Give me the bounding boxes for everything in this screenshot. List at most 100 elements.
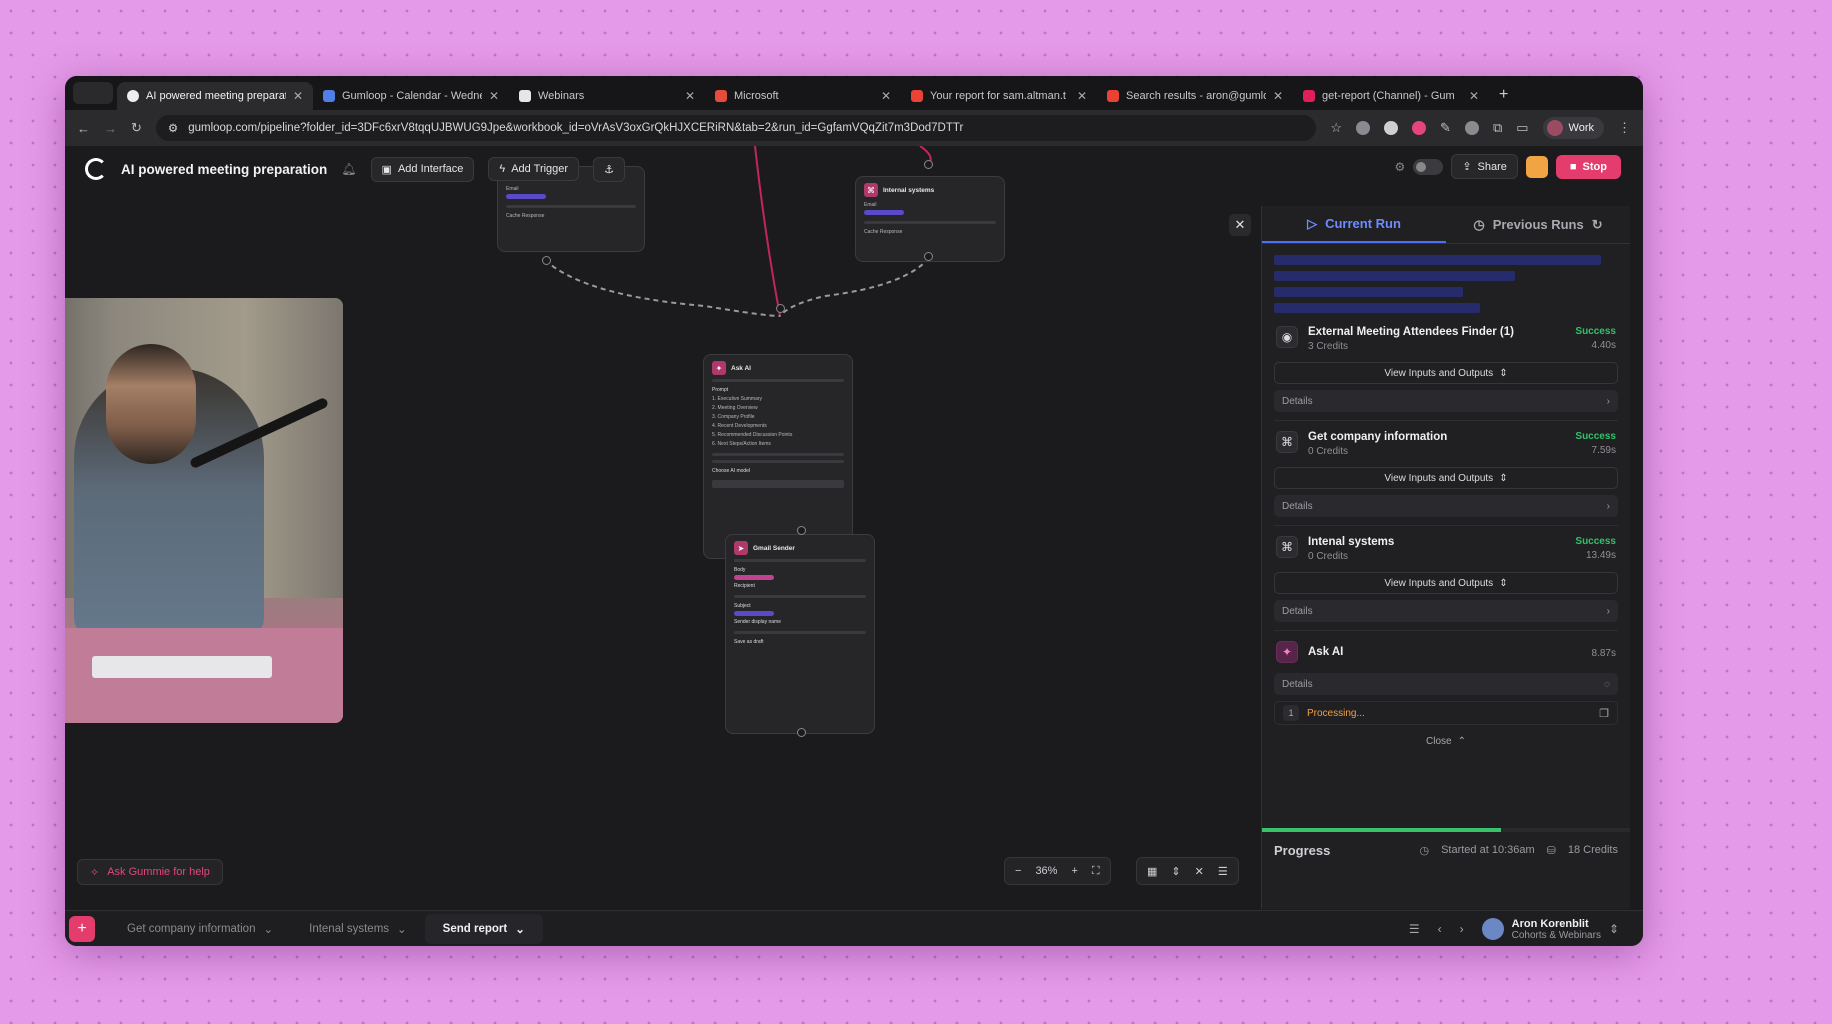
list-icon[interactable]: ☰	[1409, 922, 1420, 936]
close-tab-icon[interactable]: ✕	[293, 89, 303, 103]
loading-spinner-icon: ◌	[1604, 678, 1610, 690]
expand-vertical-icon[interactable]: ⇕	[1171, 865, 1180, 878]
browser-tab-7[interactable]: get-report (Channel) - Gum ✕	[1293, 82, 1489, 110]
lightning-icon: ϟ	[499, 163, 506, 175]
bell-icon[interactable]: 🔔︎	[341, 162, 356, 176]
add-interface-button[interactable]: ▣ Add Interface	[370, 156, 475, 182]
workbook-tab-send-report[interactable]: Send report ⌄	[424, 913, 543, 944]
divider	[864, 221, 996, 224]
copy-icon[interactable]: ❐	[1599, 707, 1609, 720]
close-tab-icon[interactable]: ✕	[489, 89, 499, 103]
close-tab-icon[interactable]: ✕	[1469, 89, 1479, 103]
zoom-level[interactable]: 36%	[1035, 865, 1057, 877]
tab-previous-runs[interactable]: ◷ Previous Runs ↻	[1446, 206, 1630, 243]
interface-icon: ▣	[381, 163, 392, 176]
share-button[interactable]: ⇪ Share	[1451, 154, 1518, 179]
back-icon[interactable]: ←	[77, 121, 90, 136]
details-row[interactable]: Details ›	[1274, 390, 1618, 412]
workbook-tab-get-company-information[interactable]: Get company information ⌄	[109, 914, 291, 944]
browser-tab-1[interactable]: AI powered meeting preparati ✕	[117, 82, 313, 110]
toggle-switch[interactable]	[1413, 158, 1444, 175]
close-tab-icon[interactable]: ✕	[1077, 89, 1087, 103]
close-panel-button[interactable]: ✕	[1229, 214, 1251, 236]
tab-current-run[interactable]: ▷ Current Run	[1262, 206, 1446, 243]
extension-icon[interactable]	[1356, 121, 1371, 135]
collapse-button[interactable]: Close ⌃	[1274, 731, 1618, 751]
workflow-title[interactable]: AI powered meeting preparation	[121, 162, 327, 177]
extension-icon[interactable]	[1464, 121, 1479, 135]
button-label: View Inputs and Outputs	[1384, 577, 1494, 589]
view-inputs-outputs-button[interactable]: View Inputs and Outputs ⇕	[1274, 467, 1618, 489]
pen-icon[interactable]: ✎	[1440, 120, 1451, 136]
close-tab-icon[interactable]: ✕	[685, 89, 695, 103]
view-inputs-outputs-button[interactable]: View Inputs and Outputs ⇕	[1274, 362, 1618, 384]
node-port[interactable]	[797, 526, 806, 535]
pinned-tab[interactable]	[73, 82, 113, 104]
url-field[interactable]: ⚙ gumloop.com/pipeline?folder_id=3DFc6xr…	[155, 115, 1317, 141]
address-bar: ← → ↻ ⚙ gumloop.com/pipeline?folder_id=3…	[65, 110, 1643, 146]
details-row[interactable]: Details ◌	[1274, 673, 1618, 695]
profile-button[interactable]: Work	[1542, 117, 1604, 139]
step-header: ⌘ Intenal systems 0 Credits Success 13.4…	[1274, 536, 1618, 562]
settings-sliders-icon[interactable]: ☰	[1218, 865, 1228, 878]
chevron-updown-icon: ⇕	[1499, 367, 1508, 379]
sidebar-icon[interactable]: ▭	[1516, 120, 1528, 136]
history-icon: ◷	[1473, 216, 1485, 232]
credits-icon[interactable]	[1525, 155, 1548, 178]
user-menu[interactable]: Aron Korenblit Cohorts & Webinars ⇕	[1481, 918, 1619, 941]
step-duration: 7.59s	[1591, 445, 1616, 456]
zoom-out-icon[interactable]: −	[1015, 865, 1021, 877]
node-port[interactable]	[542, 256, 551, 265]
close-tab-icon[interactable]: ✕	[881, 89, 891, 103]
zoom-in-icon[interactable]: +	[1071, 865, 1077, 877]
node-field-label: Choose AI model	[712, 468, 751, 474]
site-info-icon[interactable]: ⚙	[168, 121, 178, 135]
chevron-left-icon[interactable]: ‹	[1438, 922, 1442, 936]
recorder-icon[interactable]	[1412, 121, 1427, 135]
input-pill	[864, 210, 904, 215]
workbook-tab-intenal-systems[interactable]: Intenal systems ⌄	[291, 914, 425, 944]
stop-button[interactable]: ■ Stop	[1555, 154, 1621, 179]
refresh-icon[interactable]: ↻	[1592, 217, 1603, 233]
node-port[interactable]	[797, 728, 806, 737]
details-row[interactable]: Details ›	[1274, 600, 1618, 622]
ask-gummie-button[interactable]: ✧ Ask Gummie for help	[77, 859, 223, 885]
collapse-icon[interactable]: ✕	[1195, 865, 1204, 878]
new-tab-button[interactable]: +	[1489, 86, 1518, 110]
debug-icon[interactable]: ⚙	[1395, 160, 1406, 174]
menu-kebab-icon[interactable]: ⋮	[1618, 120, 1631, 136]
webhook-button[interactable]: ⚓︎	[593, 156, 625, 182]
details-row[interactable]: Details ›	[1274, 495, 1618, 517]
view-inputs-outputs-button[interactable]: View Inputs and Outputs ⇕	[1274, 572, 1618, 594]
chevron-right-icon[interactable]: ›	[1460, 922, 1464, 936]
node-ask-ai[interactable]: ✦ Ask AI Prompt 1. Executive Summary 2. …	[703, 354, 853, 559]
node-port[interactable]	[776, 304, 785, 313]
details-label: Details	[1282, 395, 1313, 407]
bookmark-star-icon[interactable]: ☆	[1330, 120, 1342, 136]
forward-icon[interactable]: →	[104, 121, 117, 136]
run-step: ◉ External Meeting Attendees Finder (1) …	[1274, 316, 1618, 421]
chevron-updown-icon: ⇕	[1499, 577, 1508, 589]
webcam-face	[106, 344, 196, 464]
node-gmail-sender[interactable]: ➤ Gmail Sender Body Recipient Subject Se…	[725, 534, 875, 734]
browser-tab-6[interactable]: Search results - aron@gumlo ✕	[1097, 82, 1293, 110]
gumloop-logo-icon[interactable]	[85, 158, 107, 180]
node-port[interactable]	[924, 252, 933, 261]
browser-tab-5[interactable]: Your report for sam.altman.t ✕	[901, 82, 1097, 110]
close-tab-icon[interactable]: ✕	[1273, 89, 1283, 103]
webcam-video	[65, 298, 343, 723]
browser-tab-3[interactable]: Webinars ✕	[509, 82, 705, 110]
puzzle-icon[interactable]: ⧉	[1493, 120, 1502, 136]
add-trigger-button[interactable]: ϟ Add Trigger	[488, 157, 580, 181]
browser-tab-2[interactable]: Gumloop - Calendar - Wedne ✕	[313, 82, 509, 110]
reload-icon[interactable]: ↻	[131, 120, 142, 136]
stop-label: Stop	[1582, 160, 1607, 173]
grammarly-icon[interactable]	[1384, 121, 1399, 135]
step-duration: 13.49s	[1585, 550, 1616, 561]
divider	[712, 460, 844, 463]
add-tab-button[interactable]: +	[69, 915, 95, 942]
prompt-line: 1. Executive Summary	[712, 396, 763, 402]
browser-tab-4[interactable]: Microsoft ✕	[705, 82, 901, 110]
grid-icon[interactable]: ▦	[1147, 865, 1157, 878]
fit-view-icon[interactable]: ⛶	[1092, 865, 1100, 878]
